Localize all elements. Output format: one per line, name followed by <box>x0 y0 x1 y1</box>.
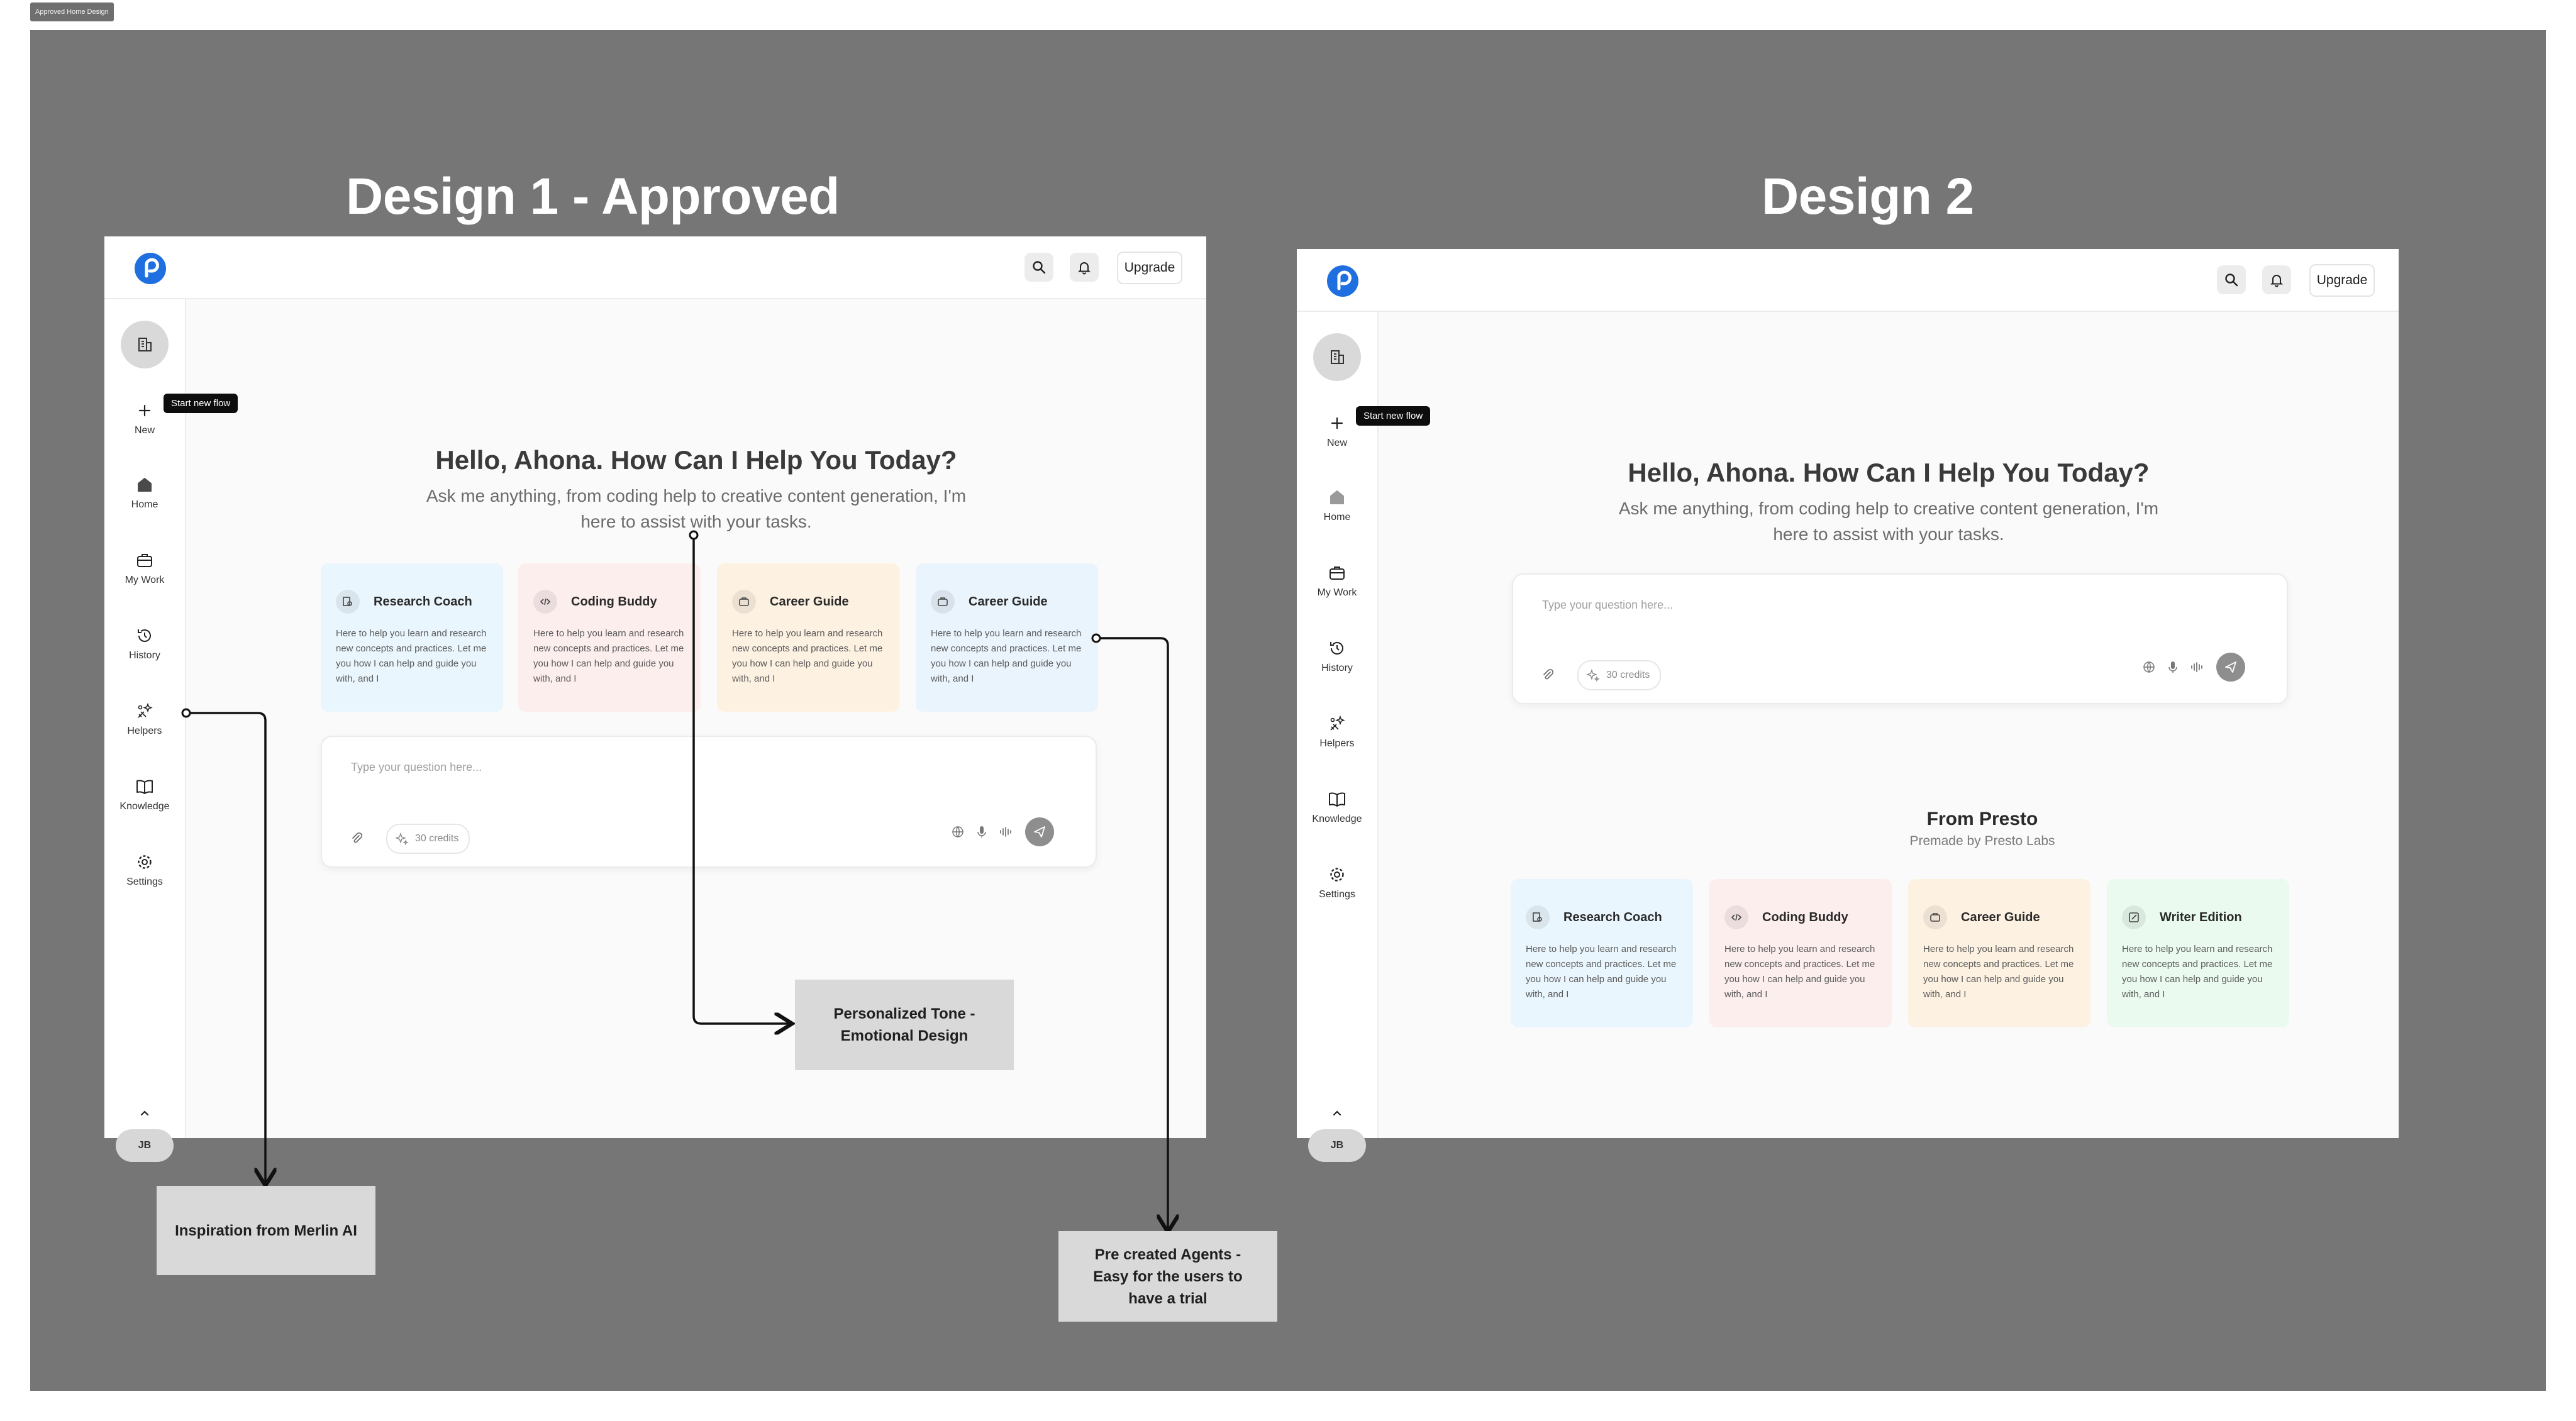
note-merlin-inspiration: Inspiration from Merlin AI <box>157 1186 375 1275</box>
note-precreated-agents: Pre created Agents - Easy for the users … <box>1058 1231 1277 1322</box>
note-personalized-tone: Personalized Tone - Emotional Design <box>795 980 1014 1070</box>
connector-agents <box>1091 633 1168 1230</box>
design-canvas: Design 1 - Approved Upgrade New Start ne… <box>30 30 2546 1391</box>
connector-personalized <box>689 530 790 1024</box>
start-new-flow-tooltip: Start new flow <box>164 394 238 413</box>
start-new-flow-tooltip: Start new flow <box>1356 406 1431 426</box>
annotation-connectors <box>181 530 2546 1391</box>
frame-label: Approved Home Design <box>30 3 114 21</box>
connector-merlin <box>181 708 265 1183</box>
